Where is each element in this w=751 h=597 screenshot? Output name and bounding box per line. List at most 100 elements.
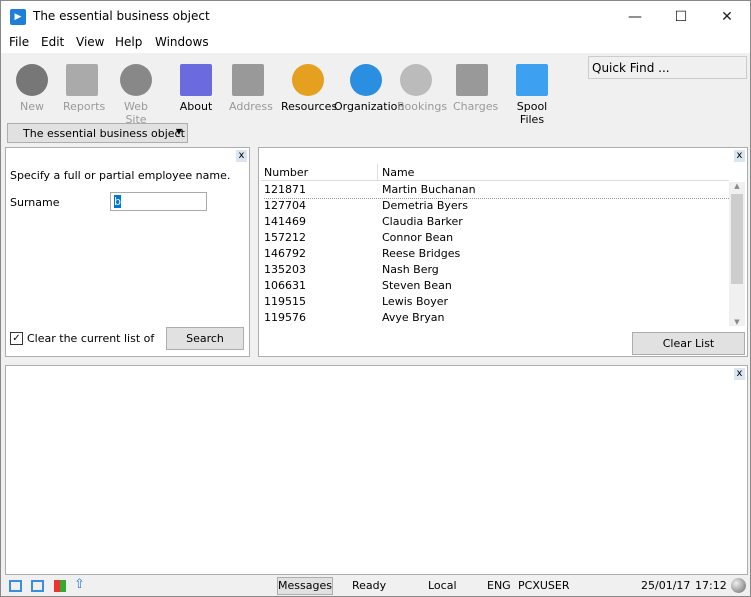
toolbar-label: Reports: [63, 100, 106, 113]
toolbar-label: Address: [229, 100, 273, 113]
employee-name: Reese Bridges: [382, 247, 461, 260]
toolbar-label: New: [20, 100, 44, 113]
toolbar-label: Resources: [281, 100, 338, 113]
toolbar-address-button[interactable]: Address: [229, 59, 273, 113]
employee-name: Avye Bryan: [382, 311, 445, 324]
search-panel: x Specify a full or partial employee nam…: [5, 147, 250, 357]
menu-bar: File Edit View Help Windows: [1, 33, 750, 53]
results-panel: x Number Name 121871 Martin Buchanan 12770…: [258, 147, 748, 357]
quick-find-input[interactable]: Quick Find ...: [588, 56, 747, 79]
status-location: Local: [428, 579, 457, 592]
clear-list-label: Clear the current list of emp: [27, 332, 157, 345]
folder-icon: [66, 64, 98, 96]
table-row[interactable]: 127704 Demetria Byers: [264, 199, 729, 215]
employee-name: Lewis Boyer: [382, 295, 449, 308]
employee-number: 157212: [264, 231, 306, 244]
employee-name: Connor Bean: [382, 231, 454, 244]
table-row[interactable]: 135203 Nash Berg: [264, 263, 729, 279]
employee-number: 127704: [264, 199, 306, 212]
scroll-up-icon[interactable]: ▲: [729, 182, 745, 190]
status-language: ENG: [487, 579, 511, 592]
document-icon: [516, 64, 548, 96]
close-panel-button[interactable]: x: [236, 150, 247, 162]
employee-number: 119515: [264, 295, 306, 308]
connection-indicator-icon: [731, 578, 746, 593]
context-dropdown[interactable]: The essential business object ▼: [7, 123, 188, 143]
employee-number: 106631: [264, 279, 306, 292]
bottom-panel: x: [5, 365, 748, 575]
toolbar-label: Charges: [453, 100, 499, 113]
toolbar-new-button[interactable]: New: [13, 59, 51, 113]
table-row[interactable]: 119576 Avye Bryan: [264, 311, 729, 327]
employee-name: Martin Buchanan: [382, 183, 476, 196]
status-bar: ⇧ Messages Ready Local ENG PCXUSER 25/01…: [1, 576, 750, 596]
status-date: 25/01/17: [641, 579, 691, 592]
tiles-icon[interactable]: [54, 580, 66, 592]
toolbar-about-button[interactable]: About: [177, 59, 215, 113]
table-row[interactable]: 141469 Claudia Barker: [264, 215, 729, 231]
clear-list-checkbox[interactable]: ✓: [10, 332, 23, 345]
toolbar: New Reports Web Site About Address Resources O…: [1, 56, 581, 126]
toolbar-spool-files-button[interactable]: Spool Files: [504, 59, 560, 126]
table-row[interactable]: 119515 Lewis Boyer: [264, 295, 729, 311]
employee-name: Steven Bean: [382, 279, 452, 292]
employee-number: 146792: [264, 247, 306, 260]
toolbar-resources-button[interactable]: Resources: [281, 59, 338, 113]
messages-button[interactable]: Messages: [277, 577, 333, 595]
title-bar: ▶ The essential business object — ☐ ✕: [1, 1, 750, 33]
close-button[interactable]: ✕: [704, 1, 750, 33]
toolbar-charges-button[interactable]: Charges: [453, 59, 498, 113]
app-icon: ▶: [10, 9, 26, 25]
close-panel-button[interactable]: x: [734, 368, 745, 380]
employee-number: 119576: [264, 311, 306, 324]
employee-name: Nash Berg: [382, 263, 439, 276]
employee-number: 121871: [264, 183, 306, 196]
employee-number: 135203: [264, 263, 306, 276]
toolbar-label: About: [179, 100, 213, 113]
status-user: PCXUSER: [518, 579, 570, 592]
column-number[interactable]: Number: [264, 166, 308, 179]
toolbar-web-site-button[interactable]: Web Site: [117, 59, 155, 126]
employee-name: Demetria Byers: [382, 199, 468, 212]
menu-help[interactable]: Help: [115, 35, 142, 49]
scroll-down-icon[interactable]: ▼: [729, 318, 745, 326]
minimize-button[interactable]: —: [612, 1, 658, 33]
menu-windows[interactable]: Windows: [155, 35, 209, 49]
surname-input[interactable]: b: [110, 192, 207, 211]
menu-edit[interactable]: Edit: [41, 35, 64, 49]
search-button[interactable]: Search: [166, 327, 244, 350]
results-header: Number Name: [261, 164, 729, 181]
gear-icon: [350, 64, 382, 96]
grid-icon[interactable]: [31, 580, 44, 592]
menu-view[interactable]: View: [76, 35, 104, 49]
about-gear-icon: [180, 64, 212, 96]
close-panel-button[interactable]: x: [734, 150, 745, 162]
globe-icon: [120, 64, 152, 96]
table-row[interactable]: 121871 Martin Buchanan: [264, 183, 729, 199]
dropdown-value: The essential business object: [23, 127, 185, 140]
employee-name: Claudia Barker: [382, 215, 463, 228]
column-name[interactable]: Name: [377, 164, 414, 181]
person-headset-icon: [292, 64, 324, 96]
window-title: The essential business object: [33, 9, 210, 23]
table-row[interactable]: 106631 Steven Bean: [264, 279, 729, 295]
toolbar-label: Bookings: [397, 100, 448, 113]
toolbar-bookings-button[interactable]: Bookings: [397, 59, 447, 113]
chevron-down-icon: ▼: [175, 127, 182, 136]
surname-value: b: [114, 195, 121, 208]
window-icon[interactable]: [9, 580, 22, 592]
instruction-text: Specify a full or partial employee name.: [10, 169, 231, 182]
sort-icon[interactable]: ⇧: [74, 577, 85, 592]
status-time: 17:12: [695, 579, 727, 592]
clear-list-button[interactable]: Clear List: [632, 332, 745, 355]
toolbar-organization-button[interactable]: Organization: [334, 59, 404, 113]
menu-file[interactable]: File: [9, 35, 29, 49]
status-state: Ready: [352, 579, 387, 592]
scroll-thumb[interactable]: [731, 194, 743, 284]
scrollbar[interactable]: ▲ ▼: [729, 182, 745, 326]
table-row[interactable]: 157212 Connor Bean: [264, 231, 729, 247]
envelope-icon: [232, 64, 264, 96]
table-row[interactable]: 146792 Reese Bridges: [264, 247, 729, 263]
toolbar-reports-button[interactable]: Reports: [63, 59, 105, 113]
maximize-button[interactable]: ☐: [658, 1, 704, 33]
